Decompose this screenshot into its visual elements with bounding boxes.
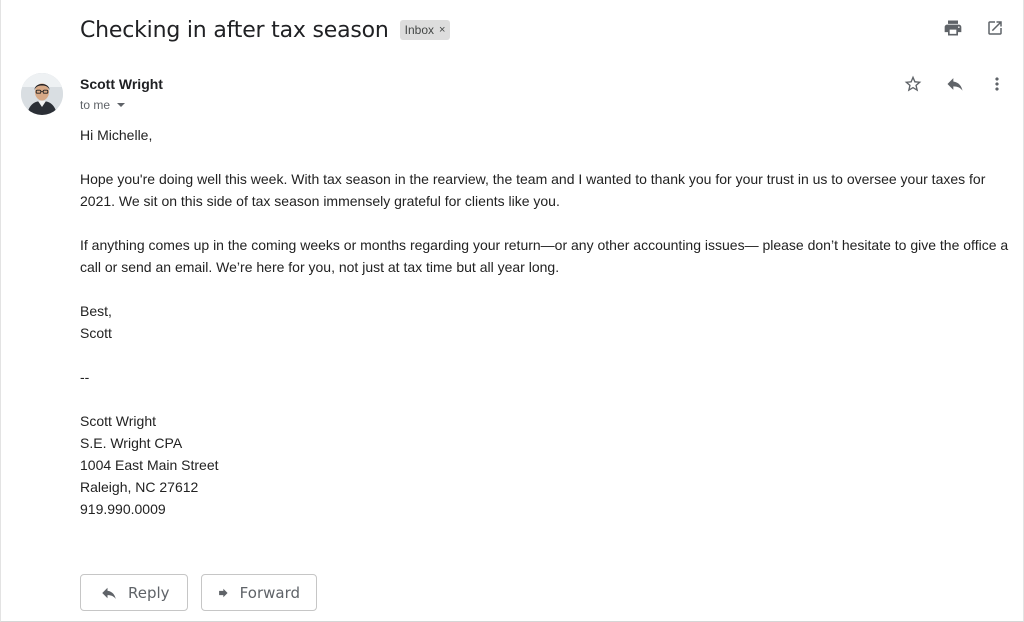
open-in-new-window-icon[interactable] bbox=[985, 18, 1005, 38]
thread-toolbar bbox=[943, 18, 1005, 38]
email-subject: Checking in after tax season bbox=[80, 17, 389, 43]
signature-street: 1004 East Main Street bbox=[80, 457, 219, 473]
forward-button[interactable]: Forward bbox=[201, 574, 317, 611]
reply-button[interactable]: Reply bbox=[80, 574, 188, 611]
star-icon[interactable] bbox=[903, 74, 923, 94]
forward-icon bbox=[219, 588, 228, 597]
body-paragraph-1: Hope you're doing well this week. With t… bbox=[80, 171, 986, 209]
signature-phone: 919.990.0009 bbox=[80, 501, 166, 517]
label-text: Inbox bbox=[404, 23, 435, 37]
signature-company: S.E. Wright CPA bbox=[80, 435, 183, 451]
signature-separator: -- bbox=[80, 369, 90, 385]
reply-label: Reply bbox=[128, 583, 170, 602]
reply-actions: Reply Forward bbox=[80, 574, 317, 611]
email-view: Checking in after tax season Inbox × Sco… bbox=[0, 0, 1024, 622]
recipient-label: to me bbox=[80, 98, 111, 112]
forward-label: Forward bbox=[239, 583, 300, 602]
chevron-down-icon bbox=[117, 103, 126, 107]
recipient-details-toggle[interactable]: to me bbox=[80, 98, 126, 112]
signature-city: Raleigh, NC 27612 bbox=[80, 479, 199, 495]
subject-row: Checking in after tax season Inbox × bbox=[80, 14, 451, 46]
email-body: Hi Michelle, Hope you're doing well this… bbox=[80, 124, 1010, 520]
remove-label-button[interactable]: × bbox=[439, 24, 445, 36]
body-paragraph-2: If anything comes up in the coming weeks… bbox=[80, 237, 1009, 275]
sign-off: Best, bbox=[80, 303, 112, 319]
more-vertical-icon[interactable] bbox=[987, 74, 1007, 94]
sender-name[interactable]: Scott Wright bbox=[80, 76, 163, 92]
print-icon[interactable] bbox=[943, 18, 963, 38]
greeting: Hi Michelle, bbox=[80, 127, 153, 143]
reply-icon bbox=[102, 587, 116, 599]
message-toolbar bbox=[903, 74, 1007, 94]
inbox-label-chip[interactable]: Inbox × bbox=[399, 20, 451, 40]
reply-icon[interactable] bbox=[945, 74, 965, 94]
sender-avatar[interactable] bbox=[21, 73, 63, 115]
sign-off-name: Scott bbox=[80, 325, 112, 341]
signature-name: Scott Wright bbox=[80, 413, 156, 429]
